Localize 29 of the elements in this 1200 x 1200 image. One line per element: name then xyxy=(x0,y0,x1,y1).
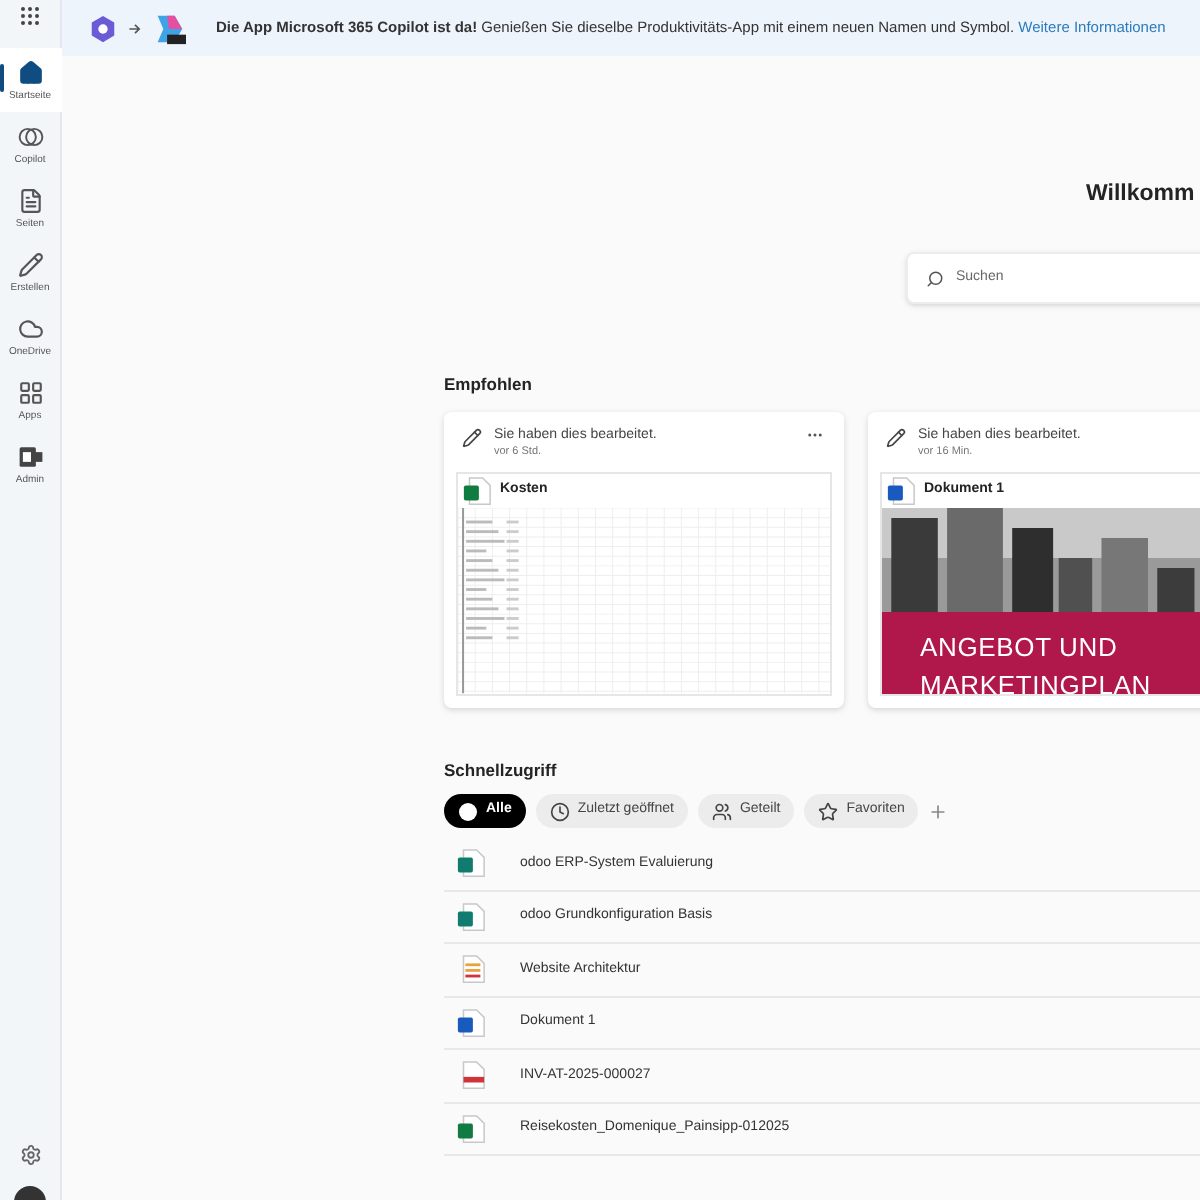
section-heading: Schnellzugriff xyxy=(444,760,559,782)
section-heading: Empfohlen xyxy=(444,374,534,396)
file-type-icon xyxy=(886,476,916,507)
file-type-icon xyxy=(462,476,492,507)
welcome-title: Willkomm xyxy=(1086,180,1197,210)
admin-icon xyxy=(17,443,43,469)
document-icon xyxy=(456,1113,486,1144)
add-icon[interactable] xyxy=(928,801,949,821)
people-icon xyxy=(711,801,732,821)
settings-icon[interactable] xyxy=(19,1144,41,1166)
home-icon xyxy=(17,59,43,85)
star-icon xyxy=(818,801,839,821)
copilot-icon xyxy=(17,123,43,149)
document-icon xyxy=(456,848,486,879)
page-icon xyxy=(17,187,43,213)
pencil-icon xyxy=(462,428,482,448)
app-logo-icon xyxy=(88,13,118,43)
app-logo-icon xyxy=(152,11,186,45)
app-launcher-icon[interactable] xyxy=(18,4,42,28)
arrow-icon xyxy=(128,21,142,35)
document-icon xyxy=(456,1007,486,1038)
preview-heading: ANGEBOT UND xyxy=(920,630,1120,667)
search-icon xyxy=(926,269,944,287)
cloud-icon xyxy=(17,315,43,341)
document-icon xyxy=(456,901,486,932)
pencil-icon xyxy=(886,428,906,448)
selection-indicator xyxy=(0,64,3,92)
clock-icon xyxy=(549,801,570,821)
pencil-icon xyxy=(17,251,43,277)
